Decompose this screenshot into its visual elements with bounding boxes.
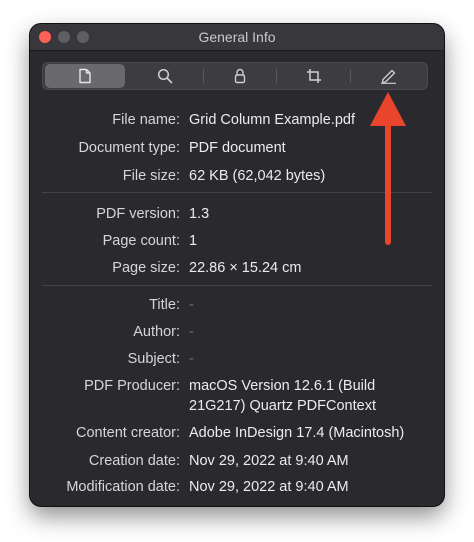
creation-date-value: Nov 29, 2022 at 9:40 AM — [189, 453, 349, 469]
file-name-value: Grid Column Example.pdf — [189, 112, 356, 128]
crop-icon — [306, 68, 322, 84]
tab-general-info[interactable] — [45, 64, 125, 88]
author-label: Author: — [133, 324, 180, 340]
divider — [42, 285, 432, 286]
inspector-tab-bar — [42, 62, 428, 90]
page-count-value: 1 — [189, 233, 198, 249]
content-creator-value: Adobe InDesign 17.4 (Macintosh) — [189, 425, 405, 441]
pdf-version-value: 1.3 — [189, 206, 210, 222]
general-info-window: General Info File name: Grid Column Exam… — [30, 24, 444, 506]
title-bar[interactable]: General Info — [30, 24, 444, 51]
document-icon — [78, 68, 92, 84]
tab-search[interactable] — [127, 62, 202, 90]
tab-security[interactable] — [204, 62, 276, 90]
lock-icon — [233, 68, 247, 84]
modification-date-label: Modification date: — [66, 479, 180, 495]
pdf-producer-label: PDF Producer: — [84, 378, 180, 394]
window-title: General Info — [198, 29, 276, 45]
subject-label: Subject: — [127, 351, 180, 367]
document-type-label: Document type: — [78, 140, 180, 156]
content-creator-label: Content creator: — [76, 425, 180, 441]
file-size-value: 62 KB (62,042 bytes) — [189, 168, 326, 184]
pdf-version-label: PDF version: — [96, 206, 180, 222]
title-value: - — [189, 297, 194, 313]
page-size-value: 22.86 × 15.24 cm — [189, 260, 302, 276]
creation-date-label: Creation date: — [88, 453, 180, 469]
pencil-icon — [380, 68, 398, 84]
subject-value: - — [189, 351, 194, 367]
document-type-value: PDF document — [189, 140, 286, 156]
file-size-label: File size: — [122, 168, 180, 184]
page-count-label: Page count: — [102, 233, 180, 249]
search-icon — [157, 68, 173, 84]
page-size-label: Page size: — [112, 260, 180, 276]
tab-crop[interactable] — [278, 62, 350, 90]
divider — [42, 192, 432, 193]
file-name-label: File name: — [112, 112, 180, 128]
title-label: Title: — [149, 297, 180, 313]
tab-annotations[interactable] — [352, 62, 426, 90]
pdf-producer-value-line2: 21G217) Quartz PDFContext — [189, 398, 376, 414]
modification-date-value: Nov 29, 2022 at 9:40 AM — [189, 479, 349, 495]
author-value: - — [189, 324, 194, 340]
pdf-producer-value-line1: macOS Version 12.6.1 (Build — [189, 378, 376, 394]
